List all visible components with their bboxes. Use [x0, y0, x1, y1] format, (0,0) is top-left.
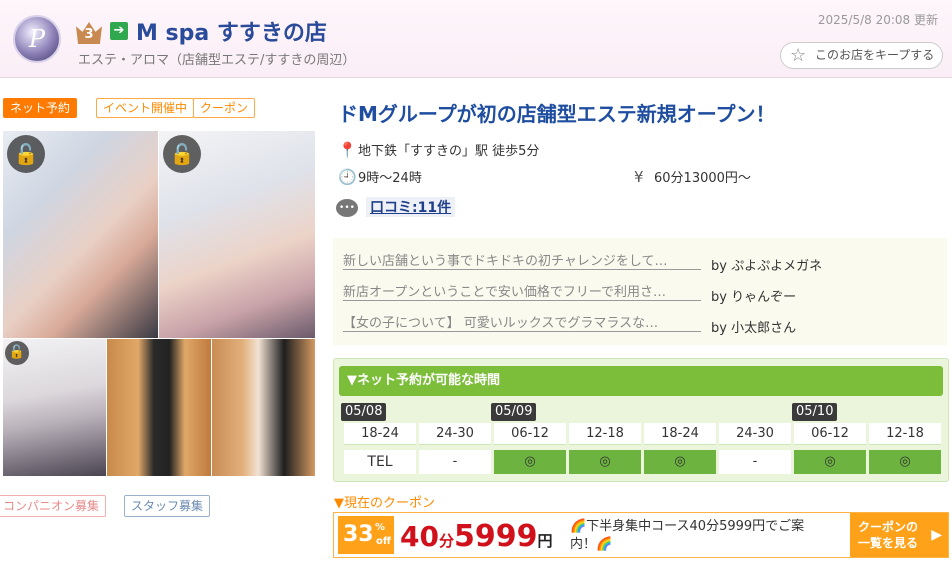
slot-tel[interactable]: TEL — [344, 450, 416, 474]
review-item[interactable]: 新しい店舗という事でドキドキの初チャレンジをして… by ぷよぷよメガネ — [343, 250, 823, 274]
clock-icon: 🕘 — [338, 168, 357, 186]
review-text[interactable]: 【女の子について】 可愛いルックスでグラマラスな… — [343, 312, 701, 332]
reservation-panel: ▼ネット予約が可能な時間 05/08 05/09 05/10 18-24 24-… — [333, 358, 949, 482]
hours-text: 9時～24時 — [358, 171, 422, 186]
speech-bubble-icon: ••• — [336, 199, 358, 217]
slot-time: 12-18 — [869, 423, 941, 445]
coupon-yen-unit: 円 — [537, 532, 553, 550]
net-reservation-tag: ネット予約 — [3, 98, 78, 118]
coupon-description: 🌈下半身集中コース40分5999円でご案内！🌈 — [570, 519, 805, 552]
unlock-icon: 🔓 — [7, 135, 45, 173]
shop-name[interactable]: M spa すすきの店 — [136, 15, 327, 47]
price-info: ¥60分13000円～ — [634, 167, 751, 186]
reservation-title: ▼ネット予約が可能な時間 — [339, 366, 943, 396]
slot-time: 06-12 — [794, 423, 866, 445]
staff-recruit-button[interactable]: スタッフ募集 — [124, 495, 211, 517]
access-info: 📍地下鉄「すすきの」駅 徒歩5分 — [338, 140, 539, 159]
review-author: by ぷよぷよメガネ — [711, 259, 823, 274]
shop-headline: ドMグループが初の店舗型エステ新規オープン！ — [338, 102, 776, 126]
coupon-tag: クーポン — [193, 98, 256, 118]
review-text[interactable]: 新しい店舗という事でドキドキの初チャレンジをして… — [343, 250, 701, 270]
logo-letter: P — [28, 25, 46, 53]
girl-photo-5[interactable] — [212, 339, 315, 476]
shop-category: エステ・アロマ（店舗型エステ/すすきの周辺） — [78, 53, 356, 68]
review-count-link[interactable]: 口コミ:11件 — [366, 197, 456, 217]
event-tag: イベント開催中 — [96, 98, 195, 118]
discount-number: 33 — [343, 522, 374, 547]
coupon-list-button[interactable]: クーポンの 一覧を見る ▶ — [850, 513, 948, 557]
unlock-icon: 🔓 — [5, 341, 29, 365]
arrow-right-icon: ▶ — [931, 527, 942, 543]
review-item[interactable]: 新店オープンということで安い価格でフリーで利用さ… by りゃんぞー — [343, 281, 797, 305]
map-pin-icon: 📍 — [338, 141, 357, 159]
coupon-yen: 5999 — [453, 519, 538, 554]
companion-recruit-button[interactable]: コンパニオン募集 — [0, 495, 107, 517]
unlock-icon: 🔓 — [163, 135, 201, 173]
star-icon: ☆ — [790, 45, 807, 66]
slot-available-button[interactable]: ◎ — [494, 450, 566, 474]
girl-photo-2[interactable]: 🔓 — [159, 131, 315, 338]
shop-header: P 3 ➔ M spa すすきの店 エステ・アロマ（店舗型エステ/すすきの周辺）… — [0, 0, 952, 78]
updated-timestamp: 2025/5/8 20:08 更新 — [817, 13, 938, 27]
slot-available-button[interactable]: ◎ — [569, 450, 641, 474]
keep-shop-label: このお店をキープする — [815, 48, 935, 62]
coupon-minutes: 40 — [400, 520, 439, 553]
slot-time: 24-30 — [419, 423, 491, 445]
discount-unit: % — [375, 522, 386, 533]
slot-available-button[interactable]: ◎ — [644, 450, 716, 474]
review-author: by りゃんぞー — [711, 290, 797, 305]
enter-icon: ➔ — [110, 22, 128, 40]
discount-off-label: off — [376, 536, 391, 547]
coupon-minutes-unit: 分 — [438, 532, 454, 550]
slot-available-button[interactable]: ◎ — [794, 450, 866, 474]
rank-crown-icon: 3 — [76, 22, 102, 44]
slot-time: 06-12 — [494, 423, 566, 445]
girl-photo-4[interactable] — [107, 339, 211, 476]
shop-logo[interactable]: P — [13, 15, 61, 63]
hours-info: 🕘9時～24時 — [338, 167, 422, 186]
coupon-card[interactable]: 33 % off 40分5999円 🌈下半身集中コース40分5999円でご案内！… — [333, 512, 949, 558]
price-text: 60分13000円～ — [654, 171, 751, 186]
review-item[interactable]: 【女の子について】 可愛いルックスでグラマラスな… by 小太郎さん — [343, 312, 797, 336]
review-count: ••• 口コミ:11件 — [336, 197, 456, 217]
review-list: 新しい店舗という事でドキドキの初チャレンジをして… by ぷよぷよメガネ 新店オー… — [333, 238, 947, 345]
slot-time: 18-24 — [344, 423, 416, 445]
date-tab: 05/09 — [491, 403, 537, 421]
slot-time: 24-30 — [719, 423, 791, 445]
slot-available-button[interactable]: ◎ — [869, 450, 941, 474]
slot-time: 18-24 — [644, 423, 716, 445]
coupon-price: 40分5999円 — [400, 519, 553, 554]
access-text: 地下鉄「すすきの」駅 徒歩5分 — [358, 144, 540, 159]
coupon-section-title: ▼現在のクーポン — [334, 496, 435, 511]
girl-photo-3[interactable]: 🔓 — [3, 339, 106, 476]
slot-unavailable: - — [419, 450, 491, 474]
date-tab: 05/08 — [341, 403, 387, 421]
review-author: by 小太郎さん — [711, 321, 797, 336]
slot-unavailable: - — [719, 450, 791, 474]
keep-shop-button[interactable]: ☆ このお店をキープする — [780, 42, 943, 69]
yen-icon: ¥ — [634, 168, 644, 186]
date-tab: 05/10 — [792, 403, 838, 421]
slot-time: 12-18 — [569, 423, 641, 445]
girl-photo-1[interactable]: 🔓 — [3, 131, 158, 338]
review-text[interactable]: 新店オープンということで安い価格でフリーで利用さ… — [343, 281, 701, 301]
rank-number: 3 — [84, 27, 94, 42]
discount-badge: 33 % off — [338, 516, 394, 554]
